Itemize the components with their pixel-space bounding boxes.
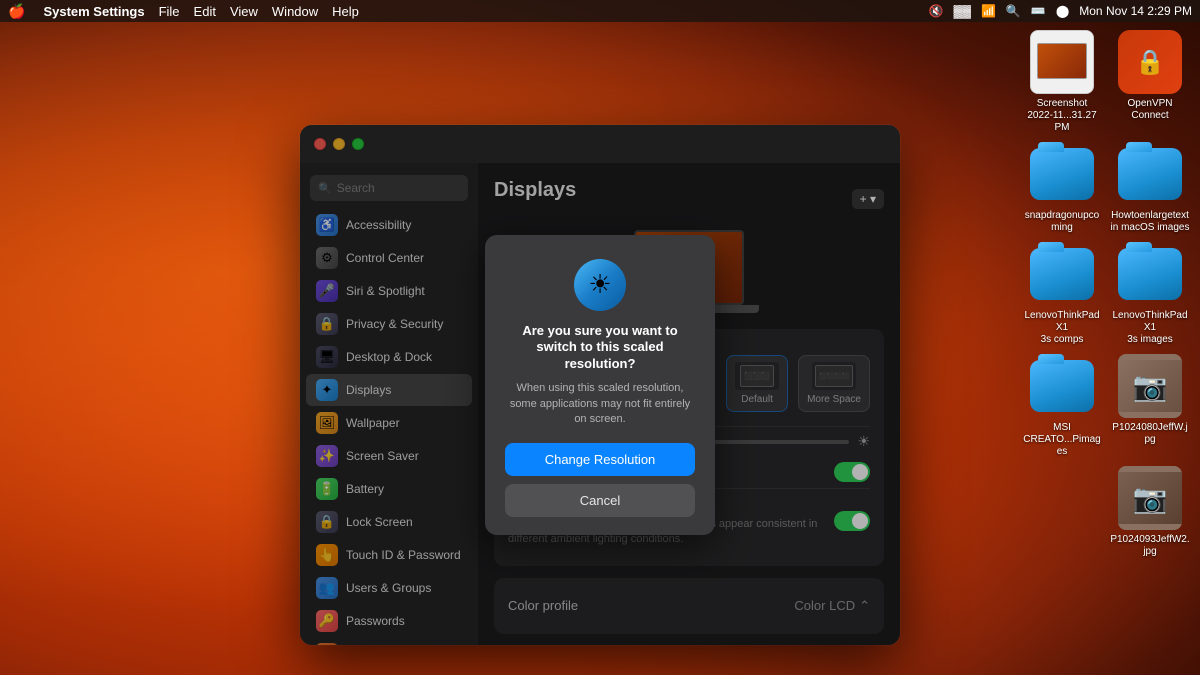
search-icon[interactable]: 🔍 <box>1006 4 1021 18</box>
apple-menu[interactable]: 🍎 <box>8 3 25 20</box>
photo2-icon: 📷 <box>1118 466 1182 530</box>
lenovo-images-label: LenovoThinkPadX13s images <box>1110 310 1190 346</box>
dialog-title: Are you sure you want to switch to this … <box>505 323 695 374</box>
desktop-icon-snapdragon[interactable]: snapdragonupcoming <box>1022 142 1102 234</box>
menubar-right: 🔇 ▓▓ 📶 🔍 ⌨️ ⬤ Mon Nov 14 2:29 PM <box>929 4 1192 18</box>
photo2-label: P1024093JeffW2.jpg <box>1110 534 1190 558</box>
change-resolution-button[interactable]: Change Resolution <box>505 443 695 476</box>
screenshot-label: Screenshot2022-11...31.27 PM <box>1022 98 1102 134</box>
datetime: Mon Nov 14 2:29 PM <box>1079 4 1192 18</box>
screenshot-icon <box>1030 30 1094 94</box>
dialog-overlay: ☀ Are you sure you want to switch to thi… <box>300 125 900 645</box>
icon-row-1: Screenshot2022-11...31.27 PM 🔒 OpenVPN C… <box>1010 30 1190 134</box>
desktop-icon-howtoenlargetext[interactable]: Howtoenlargetextin macOS images <box>1110 142 1190 234</box>
desktop: 🍎 System Settings File Edit View Window … <box>0 0 1200 675</box>
menubar: 🍎 System Settings File Edit View Window … <box>0 0 1200 22</box>
desktop-icon-lenovo-images[interactable]: LenovoThinkPadX13s images <box>1110 242 1190 346</box>
keyboard-icon[interactable]: ⌨️ <box>1031 4 1046 18</box>
battery-icon: ▓▓ <box>953 4 971 18</box>
menu-file[interactable]: File <box>159 4 180 19</box>
folder-lenovo-comps-icon <box>1030 242 1094 306</box>
resolution-dialog: ☀ Are you sure you want to switch to thi… <box>485 235 715 536</box>
settings-window: 🔍 Search ♿ Accessibility ⚙ Control Cente… <box>300 125 900 645</box>
lenovo-comps-label: LenovoThinkPadX13s comps <box>1022 310 1102 346</box>
app-menu-system-settings[interactable]: System Settings <box>43 4 144 19</box>
menubar-left: 🍎 System Settings File Edit View Window … <box>8 3 359 20</box>
screenshot-thumbnail <box>1031 30 1093 94</box>
msi-label: MSICREATO...Pimages <box>1022 422 1102 458</box>
icon-row-3: LenovoThinkPadX13s comps LenovoThinkPadX… <box>1010 242 1190 346</box>
desktop-icon-photo1[interactable]: 📷 P1024080JeffW.jpg <box>1110 354 1190 458</box>
menu-view[interactable]: View <box>230 4 258 19</box>
desktop-icon-msi[interactable]: MSICREATO...Pimages <box>1022 354 1102 458</box>
mute-icon[interactable]: 🔇 <box>929 4 944 18</box>
menu-window[interactable]: Window <box>272 4 318 19</box>
desktop-icon-photo2[interactable]: 📷 P1024093JeffW2.jpg <box>1110 466 1190 558</box>
icon-row-2: snapdragonupcoming Howtoenlargetextin ma… <box>1010 142 1190 234</box>
openvpn-icon: 🔒 <box>1118 30 1182 94</box>
desktop-icon-lenovo-comps[interactable]: LenovoThinkPadX13s comps <box>1022 242 1102 346</box>
siri-icon[interactable]: ⬤ <box>1056 4 1069 18</box>
desktop-icon-openvpn[interactable]: 🔒 OpenVPN Connect <box>1110 30 1190 134</box>
folder-lenovo-images-icon <box>1118 242 1182 306</box>
snapdragon-label: snapdragonupcoming <box>1022 210 1102 234</box>
desktop-icons: Screenshot2022-11...31.27 PM 🔒 OpenVPN C… <box>1010 30 1190 558</box>
howtoenlargetext-label: Howtoenlargetextin macOS images <box>1110 210 1190 234</box>
icon-row-4: MSICREATO...Pimages 📷 P1024080JeffW.jpg <box>1010 354 1190 458</box>
desktop-icon-screenshot[interactable]: Screenshot2022-11...31.27 PM <box>1022 30 1102 134</box>
dialog-message: When using this scaled resolution, some … <box>505 381 695 427</box>
icon-row-5: 📷 P1024093JeffW2.jpg <box>1010 466 1190 558</box>
folder-snapdragon-icon <box>1030 142 1094 206</box>
wifi-icon[interactable]: 📶 <box>981 4 996 18</box>
menu-help[interactable]: Help <box>332 4 359 19</box>
menu-edit[interactable]: Edit <box>194 4 216 19</box>
folder-howtoenlargetext-icon <box>1118 142 1182 206</box>
dialog-sun-icon: ☀ <box>574 259 626 311</box>
folder-msi-icon <box>1030 354 1094 418</box>
photo1-label: P1024080JeffW.jpg <box>1110 422 1190 446</box>
openvpn-label: OpenVPN Connect <box>1110 98 1190 122</box>
photo1-icon: 📷 <box>1118 354 1182 418</box>
cancel-button[interactable]: Cancel <box>505 484 695 517</box>
